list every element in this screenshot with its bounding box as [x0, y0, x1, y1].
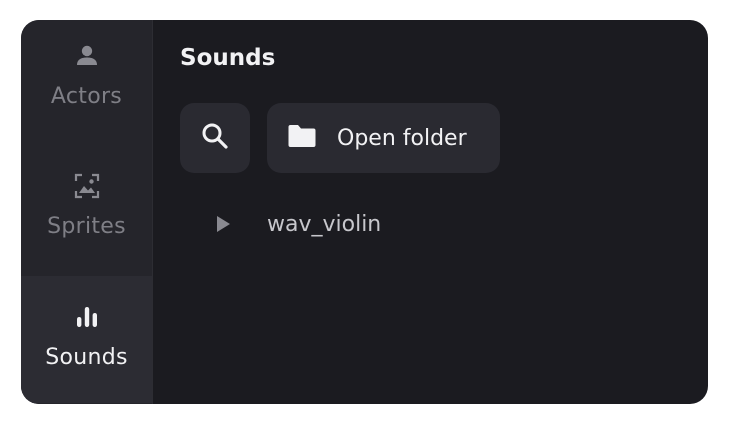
open-folder-label: Open folder: [337, 125, 467, 151]
page-title: Sounds: [180, 45, 276, 71]
tree-item-sound[interactable]: wav_violin: [213, 206, 381, 242]
sidebar-item-label: Actors: [50, 84, 123, 109]
expand-arrow-icon[interactable]: [213, 214, 233, 234]
sidebar-item-sprites[interactable]: Sprites: [21, 148, 152, 276]
sidebar-item-label: Sprites: [47, 214, 126, 239]
main-content: Sounds Open folder wav_violin: [153, 20, 708, 404]
sidebar: Actors Sprites Sounds: [21, 20, 153, 404]
sidebar-item-sounds[interactable]: Sounds: [21, 276, 152, 403]
folder-icon: [287, 123, 317, 153]
open-folder-button[interactable]: Open folder: [267, 103, 500, 173]
search-button[interactable]: [180, 103, 250, 173]
sidebar-item-label: Sounds: [45, 345, 128, 370]
person-icon: [73, 42, 101, 70]
search-icon: [200, 121, 230, 155]
image-frame-icon: [73, 172, 101, 200]
sounds-panel: Actors Sprites Sounds Sounds Open folder…: [21, 20, 708, 404]
sidebar-item-actors[interactable]: Actors: [21, 20, 152, 148]
audio-bars-icon: [73, 303, 101, 331]
tree-item-label: wav_violin: [267, 211, 382, 237]
